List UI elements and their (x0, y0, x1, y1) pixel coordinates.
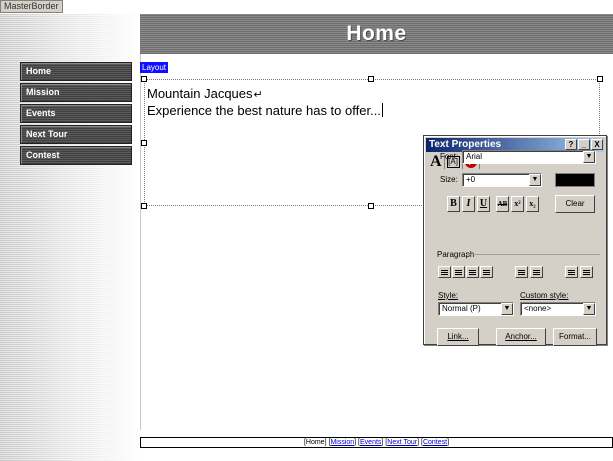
bulleted-list-icon[interactable] (580, 266, 593, 278)
page-title: Home (346, 22, 407, 45)
style-select[interactable]: Normal (P) ▼ (438, 302, 514, 316)
resize-handle-top-center[interactable] (368, 76, 374, 82)
chevron-down-icon[interactable]: ▼ (529, 174, 541, 186)
paragraph-divider (466, 254, 600, 255)
underline-button[interactable]: U (477, 196, 490, 212)
format-button[interactable]: Format... (553, 328, 597, 346)
palette-title: Text Properties (429, 139, 502, 150)
nav-button-contest[interactable]: Contest (20, 146, 132, 165)
nav-button-events[interactable]: Events (20, 104, 132, 123)
text-color-swatch[interactable] (555, 173, 595, 187)
line-break-marker-icon: ↵ (253, 89, 263, 101)
numbered-list-icon[interactable] (565, 266, 578, 278)
chevron-down-icon[interactable]: ▼ (501, 303, 513, 315)
anchor-button[interactable]: Anchor... (496, 328, 546, 346)
font-value: Arial (466, 152, 483, 161)
master-border-tag: MasterBorder (0, 0, 63, 13)
resize-handle-middle-left[interactable] (141, 140, 147, 146)
chevron-down-icon[interactable]: ▼ (583, 303, 595, 315)
align-center-icon[interactable] (452, 266, 465, 278)
custom-style-label: Custom style: (520, 291, 569, 300)
footer-link-mission[interactable]: Mission (330, 439, 354, 446)
content-tagline[interactable]: Experience the best nature has to offer.… (147, 103, 381, 118)
footer-link-home[interactable]: Home (306, 439, 325, 446)
nav-button-mission[interactable]: Mission (20, 83, 132, 102)
size-value: +0 (466, 175, 476, 184)
nav-button-next-tour[interactable]: Next Tour (20, 125, 132, 144)
size-select[interactable]: +0 ▼ (462, 173, 542, 187)
content-heading[interactable]: Mountain Jacques (147, 86, 253, 101)
font-select[interactable]: Arial ▼ (462, 150, 596, 164)
clear-button[interactable]: Clear (555, 195, 595, 213)
subscript-button[interactable]: x₂ (526, 196, 539, 212)
align-justify-icon[interactable] (480, 266, 493, 278)
italic-button[interactable]: I (462, 196, 475, 212)
increase-indent-icon[interactable] (530, 266, 543, 278)
page-header-banner: Home (140, 14, 613, 54)
footer-link-next-tour[interactable]: Next Tour (387, 439, 417, 446)
close-button[interactable]: X (591, 139, 603, 150)
custom-style-select[interactable]: <none> ▼ (520, 302, 596, 316)
font-label: Font: (440, 152, 459, 161)
decrease-indent-icon[interactable] (515, 266, 528, 278)
custom-style-value: <none> (524, 304, 552, 313)
nav-button-home[interactable]: Home (20, 62, 132, 81)
help-button[interactable]: ? (565, 139, 577, 150)
chevron-down-icon[interactable]: ▼ (583, 151, 595, 163)
strikethrough-button[interactable]: AB (496, 196, 509, 212)
superscript-button[interactable]: x² (511, 196, 524, 212)
footer-link-contest[interactable]: Contest (423, 439, 447, 446)
text-caret (381, 103, 383, 117)
bold-button[interactable]: B (447, 196, 460, 212)
resize-handle-top-left[interactable] (141, 76, 147, 82)
link-button[interactable]: Link... (437, 328, 479, 346)
footer-nav: [Home] [Mission] [Events] [Next Tour] [C… (140, 437, 613, 448)
layout-tag[interactable]: Layout (140, 62, 169, 73)
minimize-button[interactable]: _ (578, 139, 590, 150)
nav-bar: Home Mission Events Next Tour Contest (20, 62, 132, 167)
align-right-icon[interactable] (466, 266, 479, 278)
style-value: Normal (P) (442, 304, 481, 313)
resize-handle-bottom-center[interactable] (368, 203, 374, 209)
resize-handle-top-right[interactable] (597, 76, 603, 82)
size-label: Size: (440, 175, 458, 184)
style-label: Style: (438, 291, 459, 300)
content-text-block[interactable]: Mountain Jacques↵ Experience the best na… (147, 86, 383, 118)
paragraph-label: Paragraph (437, 250, 475, 259)
footer-link-events[interactable]: Events (360, 439, 381, 446)
align-left-icon[interactable] (438, 266, 451, 278)
resize-handle-bottom-left[interactable] (141, 203, 147, 209)
